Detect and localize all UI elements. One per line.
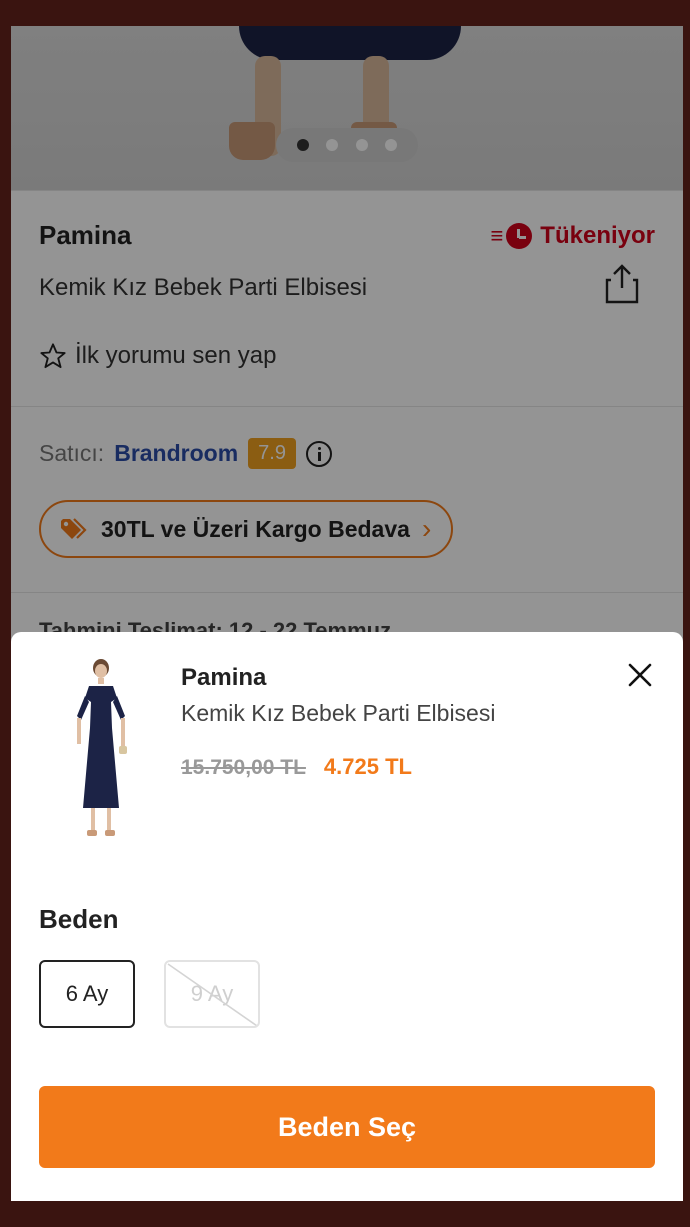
sheet-product-name: Kemik Kız Bebek Parti Elbisesi [181, 700, 496, 726]
screen: Pamina ≡ Tükeniyor Kemik Kız Bebek Parti… [11, 26, 683, 1201]
size-option-9-ay[interactable]: 9 Ay [164, 960, 260, 1028]
sheet-brand-name: Pamina [181, 664, 267, 691]
close-icon[interactable] [623, 658, 657, 692]
size-section-title: Beden [39, 904, 119, 934]
select-size-button[interactable]: Beden Seç [39, 1086, 655, 1168]
size-selection-sheet: Pamina Kemik Kız Bebek Parti Elbisesi 15… [11, 632, 683, 1201]
original-price: 15.750,00 TL [181, 756, 306, 779]
price-row: 15.750,00 TL 4.725 TL [181, 754, 412, 780]
unavailable-strike [167, 963, 258, 1026]
product-thumbnail [77, 659, 127, 836]
size-option-6-ay[interactable]: 6 Ay [39, 960, 135, 1028]
discounted-price: 4.725 TL [323, 754, 412, 779]
